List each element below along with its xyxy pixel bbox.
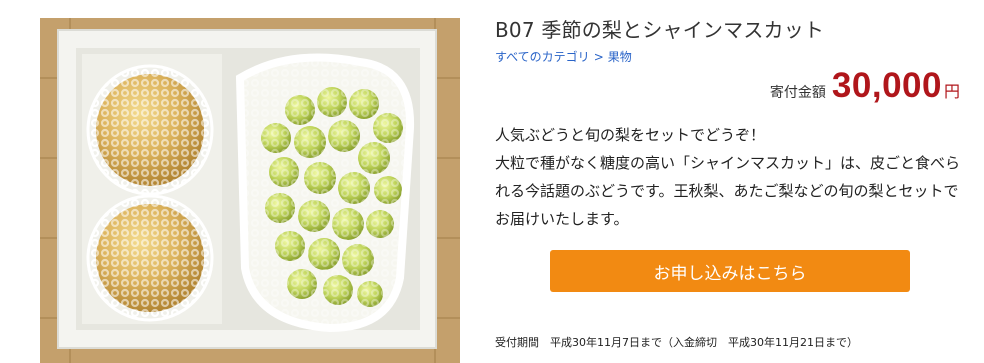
- description-line: 人気ぶどうと旬の梨をセットでどうぞ！: [495, 126, 766, 144]
- breadcrumb-fruits[interactable]: 果物: [608, 50, 632, 64]
- product-info: B07 季節の梨とシャインマスカット すべてのカテゴリ > 果物 寄付金額 30,0…: [495, 0, 965, 363]
- description-line: 大粒で種がなく糖度の高い「シャインマスカット」は、皮ごと食べられる今話題のぶどう…: [495, 154, 961, 228]
- breadcrumb-separator: >: [593, 50, 604, 64]
- price-label: 寄付金額: [769, 85, 826, 101]
- apply-button[interactable]: お申し込みはこちら: [550, 250, 910, 292]
- price-amount: 30,000: [831, 66, 942, 105]
- product-description: 人気ぶどうと旬の梨をセットでどうぞ！ 大粒で種がなく糖度の高い「シャインマスカッ…: [495, 121, 965, 233]
- price-unit: 円: [943, 82, 960, 101]
- application-period: 受付期間 平成30年11月7日まで（入金締切 平成30年11月21日まで）: [495, 336, 858, 349]
- product-image: [40, 18, 460, 363]
- breadcrumb: すべてのカテゴリ > 果物: [495, 48, 632, 65]
- breadcrumb-all-categories[interactable]: すべてのカテゴリ: [495, 50, 590, 64]
- donation-price: 寄付金額 30,000 円: [770, 66, 960, 106]
- product-title: B07 季節の梨とシャインマスカット: [495, 18, 825, 42]
